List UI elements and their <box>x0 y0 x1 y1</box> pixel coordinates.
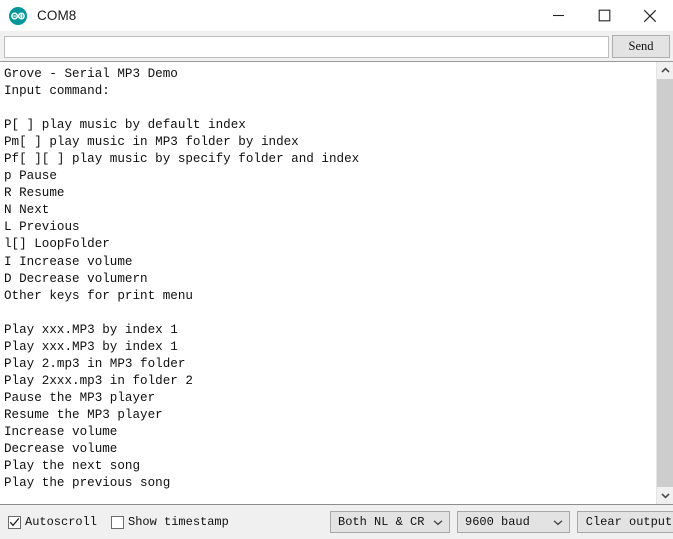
console-line: Input command: <box>4 84 110 99</box>
console-scrollbar[interactable] <box>656 62 673 504</box>
console-line: Pause the MP3 player <box>4 390 156 405</box>
console-line: Pm[ ] play music in MP3 folder by index <box>4 135 299 150</box>
checkmark-icon <box>9 517 20 526</box>
console-line: Play 2.mp3 in MP3 folder <box>4 356 186 371</box>
maximize-button[interactable] <box>581 0 627 31</box>
autoscroll-checkbox-box[interactable] <box>8 515 21 529</box>
console-line: D Decrease volumern <box>4 271 148 286</box>
line-ending-select[interactable]: Both NL & CR <box>330 511 450 533</box>
send-button[interactable]: Send <box>612 35 670 58</box>
console-line: P[ ] play music by default index <box>4 118 246 133</box>
minimize-button[interactable] <box>535 0 581 31</box>
console-line: Other keys for print menu <box>4 288 193 303</box>
console-line: Play the previous song <box>4 476 171 491</box>
show-timestamp-label: Show timestamp <box>128 515 229 529</box>
chevron-down-icon <box>547 519 569 526</box>
console-line: Decrease volume <box>4 442 118 457</box>
status-bar-controls: Both NL & CR 9600 baud Clear output <box>330 505 673 539</box>
baud-rate-select[interactable]: 9600 baud <box>457 511 570 533</box>
close-button[interactable] <box>627 0 673 31</box>
show-timestamp-checkbox[interactable]: Show timestamp <box>111 515 229 529</box>
console-line: R Resume <box>4 186 65 201</box>
autoscroll-label: Autoscroll <box>25 515 98 529</box>
console-line: Resume the MP3 player <box>4 407 163 422</box>
send-input[interactable] <box>4 35 609 58</box>
console-line: Play xxx.MP3 by index 1 <box>4 322 178 337</box>
console-line: Increase volume <box>4 424 118 439</box>
status-bar: Autoscroll Show timestamp Both NL & CR 9… <box>0 505 673 539</box>
window-controls <box>535 0 673 31</box>
send-toolbar: Send <box>0 32 673 62</box>
console-line: Play the next song <box>4 459 141 474</box>
scrollbar-thumb[interactable] <box>657 79 673 487</box>
line-ending-value: Both NL & CR <box>338 515 425 529</box>
console-line: L Previous <box>4 220 80 235</box>
title-bar: COM8 <box>0 0 673 32</box>
arduino-logo-icon <box>8 6 28 26</box>
window-title: COM8 <box>37 8 77 23</box>
console-area: Grove - Serial MP3 Demo Input command: P[… <box>0 62 673 505</box>
console-output[interactable]: Grove - Serial MP3 Demo Input command: P[… <box>0 62 656 504</box>
console-line: Grove - Serial MP3 Demo <box>4 67 178 81</box>
console-line: Pf[ ][ ] play music by specify folder an… <box>4 152 360 167</box>
chevron-down-icon <box>660 493 670 499</box>
serial-monitor-window: COM8 Send Grove - Serial MP3 Demo Input … <box>0 0 673 539</box>
scroll-up-button[interactable] <box>657 62 673 79</box>
show-timestamp-checkbox-box[interactable] <box>111 515 125 529</box>
clear-output-button[interactable]: Clear output <box>577 511 673 533</box>
console-line: p Pause <box>4 169 57 184</box>
console-line: N Next <box>4 203 50 218</box>
console-line: Play 2xxx.mp3 in folder 2 <box>4 373 193 388</box>
chevron-up-icon <box>660 67 670 73</box>
console-line: Play xxx.MP3 by index 1 <box>4 339 178 354</box>
scroll-down-button[interactable] <box>657 487 673 504</box>
autoscroll-checkbox[interactable]: Autoscroll <box>8 515 97 529</box>
console-line: I Increase volume <box>4 254 133 269</box>
console-line: l[] LoopFolder <box>4 237 110 252</box>
baud-rate-value: 9600 baud <box>465 515 530 529</box>
scrollbar-track[interactable] <box>657 79 673 487</box>
chevron-down-icon <box>427 519 449 526</box>
